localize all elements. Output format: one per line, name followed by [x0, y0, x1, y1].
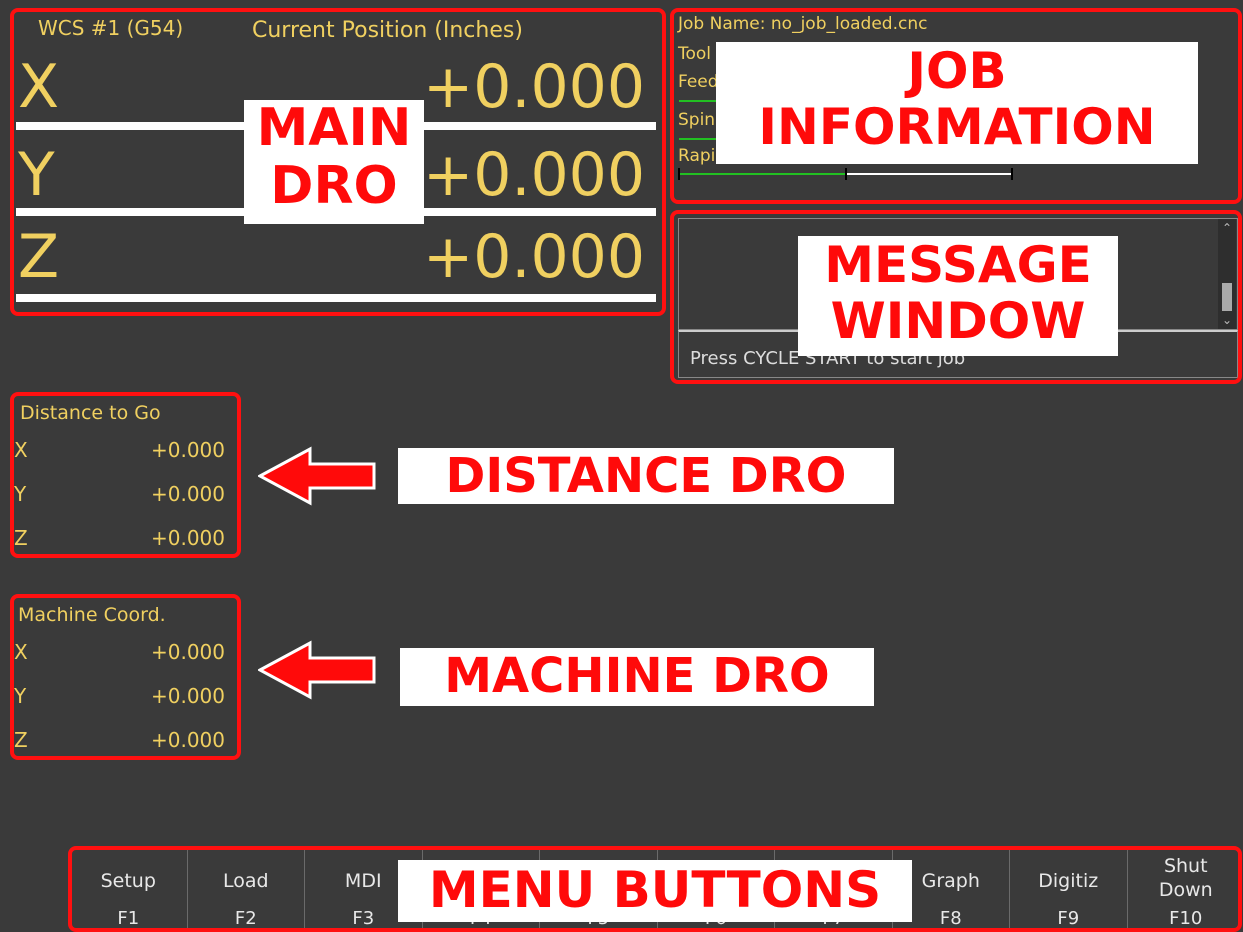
main-dro-annotation-line1: MAIN [256, 98, 412, 158]
distance-dro-highlight [10, 392, 241, 558]
distance-dro-annotation: DISTANCE DRO [398, 448, 894, 504]
main-dro-annotation: MAIN DRO [244, 100, 424, 224]
message-window-highlight [670, 210, 1242, 384]
machine-dro-highlight [10, 594, 241, 760]
main-dro-annotation-line2: DRO [270, 156, 398, 216]
job-info-highlight [670, 8, 1242, 204]
menu-buttons-highlight [68, 846, 1242, 932]
machine-arrow-icon [258, 640, 376, 700]
distance-arrow-icon [258, 446, 376, 506]
machine-dro-annotation: MACHINE DRO [400, 648, 874, 706]
